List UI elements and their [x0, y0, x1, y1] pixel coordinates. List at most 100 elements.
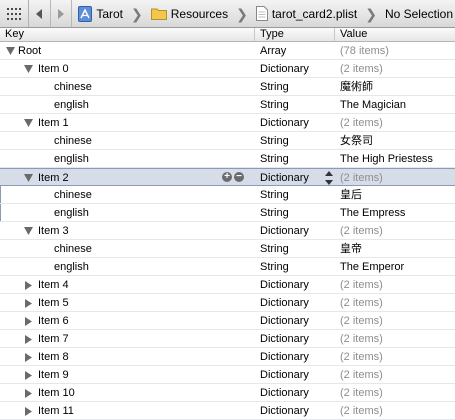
plist-row[interactable]: Item 8 Dictionary (2 items)	[0, 348, 455, 366]
row-actions: + −	[222, 172, 244, 182]
value-cell: (2 items)	[340, 333, 383, 345]
plist-row[interactable]: Item 9 Dictionary (2 items)	[0, 366, 455, 384]
value-cell: (2 items)	[340, 172, 383, 184]
plist-row[interactable]: Item 4 Dictionary (2 items)	[0, 276, 455, 294]
column-header: Key Type Value	[0, 28, 455, 42]
key-text: chinese	[54, 81, 92, 93]
forward-arrow-icon[interactable]	[51, 0, 73, 27]
plist-row[interactable]: chinese String 女祭司	[0, 132, 455, 150]
plist-row[interactable]: Item 7 Dictionary (2 items)	[0, 330, 455, 348]
breadcrumb-label: No Selection	[384, 6, 453, 21]
disclosure-triangle-right-icon[interactable]	[22, 312, 34, 330]
key-text: english	[54, 261, 89, 273]
key-cell: Item 0	[0, 60, 255, 78]
key-cell: Item 10	[0, 384, 255, 402]
key-text: chinese	[54, 135, 92, 147]
key-text: Item 3	[38, 225, 69, 237]
key-cell: chinese	[0, 132, 255, 150]
disclosure-triangle-down-icon[interactable]	[22, 222, 34, 240]
value-cell: The Emperor	[340, 261, 405, 273]
key-text: Item 10	[38, 387, 75, 399]
disclosure-triangle-right-icon[interactable]	[22, 294, 34, 312]
jump-bar: Tarot ❯ Resources ❯ tarot_card2.plist ❯ …	[0, 0, 455, 28]
disclosure-triangle-right-icon[interactable]	[22, 402, 34, 420]
plist-row[interactable]: chinese String 皇帝	[0, 240, 455, 258]
value-cell: The High Priestess	[340, 153, 433, 165]
column-header-type[interactable]: Type	[255, 28, 335, 41]
disclosure-triangle-right-icon[interactable]	[22, 276, 34, 294]
key-cell: Item 1	[0, 114, 255, 132]
plist-row[interactable]: Item 10 Dictionary (2 items)	[0, 384, 455, 402]
breadcrumb-file[interactable]: tarot_card2.plist	[250, 0, 359, 27]
value-cell: 女祭司	[340, 135, 373, 147]
key-cell: Root	[0, 42, 255, 60]
key-text: Item 1	[38, 117, 69, 129]
type-cell: String	[260, 153, 289, 165]
key-text: Item 7	[38, 333, 69, 345]
breadcrumb-label: Resources	[170, 6, 229, 21]
value-cell: (2 items)	[340, 225, 383, 237]
disclosure-triangle-down-icon[interactable]	[22, 169, 34, 187]
value-cell: 魔術師	[340, 81, 373, 93]
type-cell: Array	[260, 45, 287, 57]
column-header-key[interactable]: Key	[0, 28, 255, 41]
disclosure-triangle-down-icon[interactable]	[4, 42, 16, 60]
column-header-value[interactable]: Value	[335, 28, 455, 41]
breadcrumb-project[interactable]: Tarot	[72, 0, 125, 27]
plist-row[interactable]: english String The Empress	[0, 204, 455, 222]
key-text: chinese	[54, 189, 92, 201]
plist-row[interactable]: english String The High Priestess	[0, 150, 455, 168]
folder-icon	[150, 7, 167, 20]
plist-row[interactable]: Item 2 + − Dictionary (2 items)	[0, 168, 455, 186]
type-cell: Dictionary	[260, 297, 309, 309]
plist-row[interactable]: english String The Magician	[0, 96, 455, 114]
type-cell[interactable]: Dictionary	[260, 169, 335, 187]
plist-row[interactable]: chinese String 皇后	[0, 186, 455, 204]
plist-row[interactable]: Item 6 Dictionary (2 items)	[0, 312, 455, 330]
plist-row[interactable]: Root Array (78 items)	[0, 42, 455, 60]
disclosure-triangle-right-icon[interactable]	[22, 366, 34, 384]
key-cell: Item 11	[0, 402, 255, 420]
key-text: Item 9	[38, 369, 69, 381]
key-cell: Item 5	[0, 294, 255, 312]
value-cell: (78 items)	[340, 45, 389, 57]
breadcrumb-separator: ❯	[131, 5, 143, 22]
type-cell: String	[260, 99, 289, 111]
plist-row[interactable]: Item 1 Dictionary (2 items)	[0, 114, 455, 132]
disclosure-triangle-down-icon[interactable]	[22, 60, 34, 78]
key-cell: english	[0, 96, 255, 114]
back-arrow-icon[interactable]	[29, 0, 51, 27]
plist-row[interactable]: chinese String 魔術師	[0, 78, 455, 96]
type-cell: String	[260, 189, 289, 201]
plist-row[interactable]: english String The Emperor	[0, 258, 455, 276]
type-cell: Dictionary	[260, 117, 309, 129]
project-icon	[78, 5, 93, 22]
plist-row[interactable]: Item 5 Dictionary (2 items)	[0, 294, 455, 312]
value-cell: (2 items)	[340, 279, 383, 291]
plist-row[interactable]: Item 3 Dictionary (2 items)	[0, 222, 455, 240]
related-items-grid-icon[interactable]	[0, 0, 29, 27]
type-cell: Dictionary	[260, 315, 309, 327]
disclosure-triangle-down-icon[interactable]	[22, 114, 34, 132]
breadcrumb-label: Tarot	[96, 6, 123, 21]
remove-item-icon[interactable]: −	[234, 172, 244, 182]
key-cell: Item 9	[0, 366, 255, 384]
key-cell: Item 8	[0, 348, 255, 366]
type-cell: Dictionary	[260, 387, 309, 399]
type-cell: Dictionary	[260, 369, 309, 381]
key-text: Item 6	[38, 315, 69, 327]
disclosure-triangle-right-icon[interactable]	[22, 348, 34, 366]
breadcrumb-label: tarot_card2.plist	[271, 6, 358, 21]
type-popup-stepper-icon[interactable]	[325, 171, 333, 185]
disclosure-triangle-right-icon[interactable]	[22, 330, 34, 348]
breadcrumb-selection[interactable]: No Selection	[379, 0, 455, 27]
key-text: Item 5	[38, 297, 69, 309]
add-item-icon[interactable]: +	[222, 172, 232, 182]
key-text: Item 2	[38, 172, 69, 184]
key-cell: chinese	[0, 186, 255, 204]
plist-row[interactable]: Item 0 Dictionary (2 items)	[0, 60, 455, 78]
plist-row[interactable]: Item 11 Dictionary (2 items)	[0, 402, 455, 420]
value-cell: (2 items)	[340, 315, 383, 327]
disclosure-triangle-right-icon[interactable]	[22, 384, 34, 402]
breadcrumb-folder[interactable]: Resources	[145, 0, 230, 27]
